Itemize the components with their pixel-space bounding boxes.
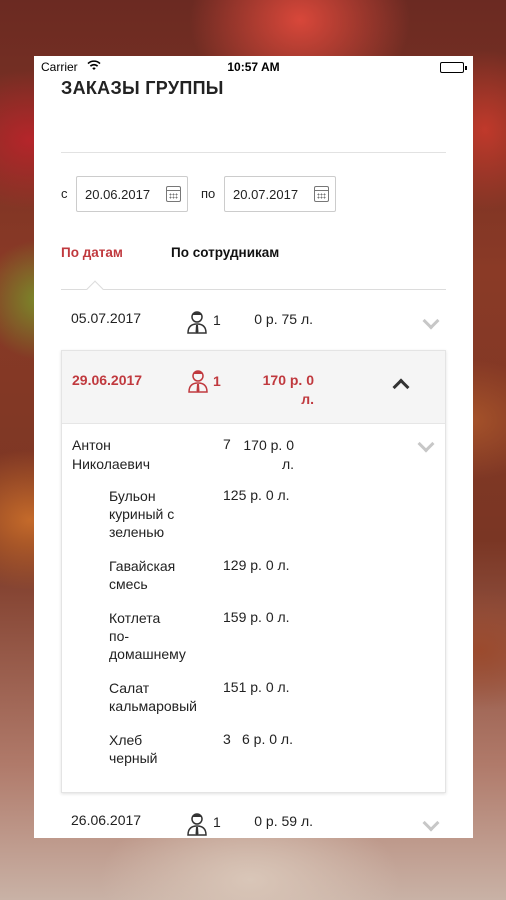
app-screen: Carrier 10:57 AM ЗАКАЗЫ ГРУППЫ с 20.06.2… [34,56,473,838]
dish-price: 125 р. 0 л. [223,487,290,503]
dish-name: Салат кальмаровый [109,680,197,714]
date-to-value: 20.07.2017 [233,187,299,202]
calendar-icon[interactable] [166,186,181,202]
employee-patronymic: Николаевич [72,456,150,472]
clock: 10:57 AM [227,60,280,74]
order-row-expanded[interactable]: 29.06.2017 1 170 р. 0 л. [62,351,445,424]
date-from-field[interactable]: 20.06.2017 [76,176,188,212]
date-from-label: с [61,186,68,201]
employee-sum-line1: 170 р. 0 [243,437,294,453]
order-sum-line2: л. [301,391,314,407]
battery-icon [440,62,467,73]
order-date: 26.06.2017 [71,812,142,828]
dish-price: 159 р. 0 л. [223,609,290,625]
date-to-label: по [201,186,216,201]
order-count: 1 [213,373,221,389]
tab-by-dates[interactable]: По датам [61,245,123,260]
order-date: 05.07.2017 [71,310,142,326]
page-title: ЗАКАЗЫ ГРУППЫ [61,78,224,98]
date-to-field[interactable]: 20.07.2017 [224,176,336,212]
tab-by-employees[interactable]: По сотрудникам [171,245,279,260]
order-sum: 170 р. 0 л. [244,371,314,409]
dish-qty: 3 [223,731,231,747]
divider [61,152,446,153]
person-icon [187,311,207,334]
order-card-expanded: 29.06.2017 1 170 р. 0 л. Антон Николаеви… [61,350,446,793]
order-sum: 0 р. 59 л. [254,813,313,829]
employee-name[interactable]: Антон Николаевич [72,436,192,474]
employee-first-name: Антон [72,437,111,453]
tabs-divider [61,289,446,290]
person-icon [188,370,208,393]
calendar-icon[interactable] [314,186,329,202]
dish-price: 151 р. 0 л. [223,679,290,695]
dish-price: 6 р. 0 л. [242,731,293,747]
dish-name: Бульон куриный с зеленью [109,488,175,540]
order-sum: 0 р. 75 л. [254,311,313,327]
employee-sum-line2: л. [281,456,294,472]
order-count: 1 [213,814,221,830]
chevron-down-icon[interactable] [422,814,440,832]
dish-price: 129 р. 0 л. [223,557,290,573]
chevron-down-icon[interactable] [417,435,435,453]
chevron-up-icon[interactable] [392,378,410,396]
order-count: 1 [213,312,221,328]
date-from-value: 20.06.2017 [85,187,151,202]
dish-name: Котлета по-домашнему [109,610,186,662]
dish-name: Гавайская смесь [109,558,176,592]
chevron-down-icon[interactable] [422,312,440,330]
person-icon [187,813,207,836]
status-bar: Carrier 10:57 AM [34,56,473,78]
order-sum-line1: 170 р. 0 [262,372,314,388]
order-row[interactable]: 05.07.2017 1 0 р. 75 л. [34,310,473,350]
employee-count: 7 [223,436,231,452]
order-date: 29.06.2017 [72,372,143,388]
order-row[interactable]: 26.06.2017 1 0 р. 59 л. [34,812,473,838]
employee-sum: 170 р. 0 л. [242,436,294,474]
active-tab-indicator [86,280,104,298]
dish-name: Хлеб черный [109,732,158,766]
